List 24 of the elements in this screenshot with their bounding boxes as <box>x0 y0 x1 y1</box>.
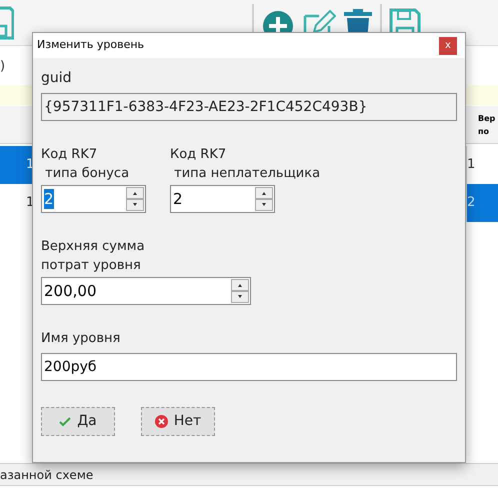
field-label: Верхняя сумма потрат уровня <box>41 238 146 275</box>
cancel-icon <box>154 415 168 428</box>
spin-field[interactable]: 2 <box>41 185 146 213</box>
name-field[interactable]: 200руб <box>41 353 457 381</box>
guid-field: {957311F1-6383-4F23-AE23-2F1C452C493B} <box>41 93 457 121</box>
field-label: Код RK7 типа бонуса <box>41 146 130 183</box>
close-button[interactable]: x <box>439 36 457 54</box>
spin-field[interactable]: 200,00 <box>41 277 251 305</box>
filter-field[interactable]: ) <box>0 56 6 78</box>
field-label: Код RK7 типа неплательщика <box>170 146 320 183</box>
field-label: guid <box>41 69 73 88</box>
spin-arrows-icon[interactable] <box>126 187 144 211</box>
status-text: азанной схеме <box>0 467 94 484</box>
spin-arrows-icon[interactable] <box>255 187 273 211</box>
yes-button[interactable]: Да <box>41 407 115 436</box>
check-icon <box>59 416 72 426</box>
spin-field[interactable]: 2 <box>170 185 275 213</box>
spin-arrows-icon[interactable] <box>231 279 249 303</box>
table-row[interactable]: 1 <box>0 146 34 184</box>
field-label: Имя уровня <box>41 330 122 348</box>
no-button[interactable]: Нет <box>141 407 215 436</box>
window-title: Изменить уровень <box>37 37 144 54</box>
table-cell: 2 <box>466 184 498 222</box>
column-header[interactable]: Вер по <box>478 112 496 138</box>
